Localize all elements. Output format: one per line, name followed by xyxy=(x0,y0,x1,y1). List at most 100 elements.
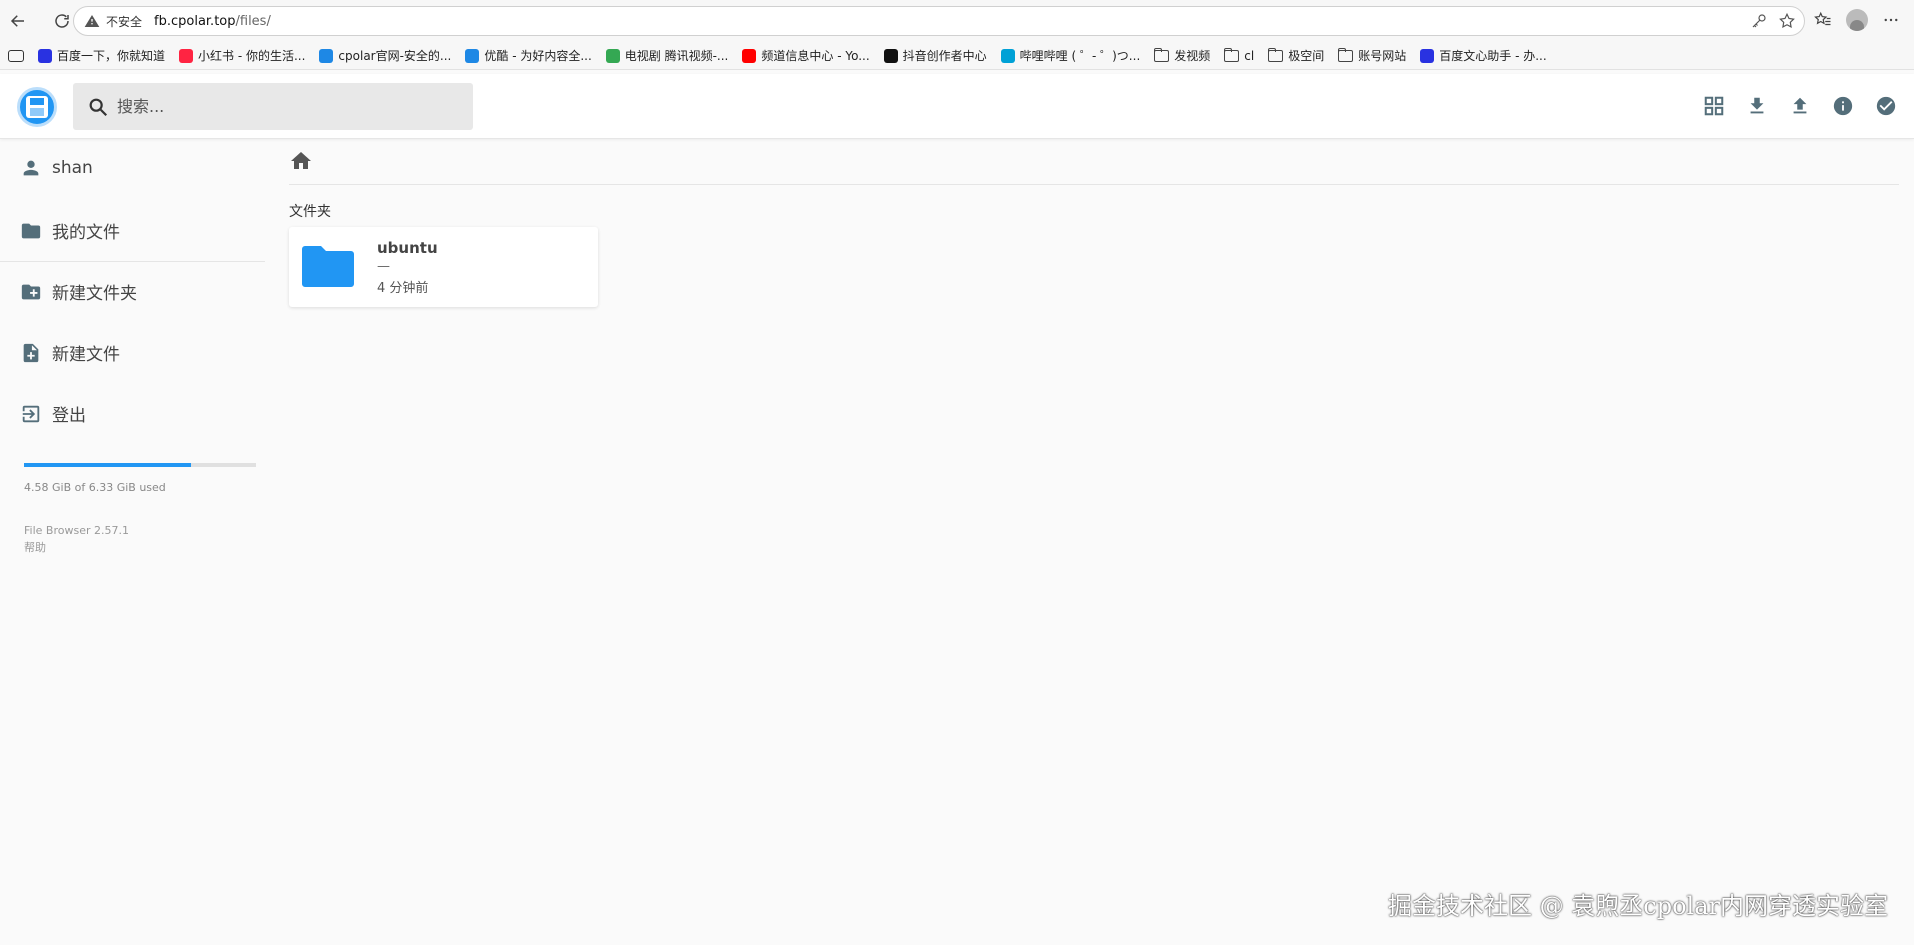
star-icon[interactable] xyxy=(1778,12,1796,30)
bilibili-icon xyxy=(1000,48,1015,63)
bookmark-label: 电视剧 腾讯视频-... xyxy=(624,49,729,63)
folder-name: ubuntu xyxy=(377,239,438,257)
bookmark-item[interactable]: 百度一下，你就知道 xyxy=(38,47,165,64)
url-path: /files/ xyxy=(235,13,271,29)
bookmark-label: 百度一下，你就知道 xyxy=(57,49,166,63)
bookmark-item[interactable]: 电视剧 腾讯视频-... xyxy=(605,47,729,64)
bookmark-label: 百度文心助手 - 办... xyxy=(1439,49,1547,63)
bookmark-label: 账号网站 xyxy=(1358,49,1407,63)
url-host: fb.cpolar.top xyxy=(154,13,236,29)
browser-toolbar: 不安全 fb.cpolar.top/files/ xyxy=(0,0,1914,42)
breadcrumb xyxy=(289,149,1899,185)
bookmark-label: 优酷 - 为好内容全... xyxy=(484,49,592,63)
reload-icon xyxy=(55,14,69,28)
bookmark-label: 频道信息中心 - Yo... xyxy=(761,49,870,63)
warning-icon xyxy=(84,15,100,27)
bookmark-item[interactable]: 哔哩哔哩 ( ゜- ゜)つ... xyxy=(1000,47,1141,64)
back-button[interactable] xyxy=(4,7,32,35)
download-icon xyxy=(1750,97,1764,114)
address-bar[interactable]: 不安全 fb.cpolar.top/files/ xyxy=(73,6,1805,36)
folder-icon xyxy=(1268,47,1284,62)
paw-icon xyxy=(1420,48,1435,63)
floppy-disk-icon xyxy=(26,96,48,118)
note-add-icon xyxy=(23,343,39,362)
grid-view-button[interactable] xyxy=(1702,94,1726,118)
bookmark-item[interactable]: 百度文心助手 - 办... xyxy=(1420,47,1547,64)
folder-icon xyxy=(302,246,354,287)
bookmark-item[interactable]: 极空间 xyxy=(1268,47,1324,64)
section-title: 文件夹 xyxy=(289,204,331,220)
grid-icon xyxy=(1704,96,1724,116)
sidebar: shan 我的文件 新建文件夹 新建文件 登出 4.58 GiB of 6.33… xyxy=(0,139,265,945)
folder-icon xyxy=(1338,47,1354,62)
bookmark-label: cpolar官网-安全的... xyxy=(338,49,452,63)
bookmark-label: 极空间 xyxy=(1288,49,1325,63)
bookmark-item[interactable]: 账号网站 xyxy=(1338,47,1406,64)
help-link[interactable]: 帮助 xyxy=(24,539,129,556)
youtube-icon xyxy=(742,48,757,63)
folder-icon xyxy=(21,223,41,238)
insecure-label: 不安全 xyxy=(106,14,143,29)
play-icon xyxy=(465,48,480,63)
version-label[interactable]: File Browser 2.57.1 xyxy=(24,522,129,539)
bookmark-item[interactable]: 频道信息中心 - Yo... xyxy=(742,47,870,64)
sidebar-item-logout[interactable]: 登出 xyxy=(20,401,86,426)
storage-usage-text: 4.58 GiB of 6.33 GiB used xyxy=(24,481,166,494)
profile-avatar[interactable] xyxy=(1846,9,1868,31)
sidebar-item-label: 新建文件 xyxy=(52,345,120,365)
exit-icon xyxy=(22,405,40,422)
sidebar-item-label: 登出 xyxy=(52,406,86,426)
upload-icon xyxy=(1793,97,1807,114)
folder-size: — xyxy=(377,259,390,274)
download-button[interactable] xyxy=(1745,94,1769,118)
bookmark-item[interactable]: 小红书 - 你的生活... xyxy=(179,47,305,64)
watermark: 掘金技术社区 @ 袁煦丞cpolar内网穿透实验室 xyxy=(1388,892,1888,920)
sidebar-item-my-files[interactable]: 我的文件 xyxy=(20,218,120,243)
bookmark-label: 抖音创作者中心 xyxy=(902,49,987,63)
xiaohongshu-icon xyxy=(179,48,194,63)
arrow-left-icon xyxy=(10,15,24,27)
storage-usage-bar xyxy=(24,463,256,467)
tiktok-icon xyxy=(883,48,898,63)
reload-button[interactable] xyxy=(48,7,76,35)
credits: File Browser 2.57.1 帮助 xyxy=(24,522,129,556)
sidebar-item-label: 我的文件 xyxy=(52,223,120,243)
search-box[interactable] xyxy=(73,83,473,130)
folder-icon xyxy=(1224,47,1240,62)
sidebar-item-user[interactable]: shan xyxy=(20,157,93,179)
bookmarks-bar: 百度一下，你就知道 小红书 - 你的生活... cpolar官网-安全的... 优酷 … xyxy=(0,42,1914,70)
bookmark-item[interactable]: cl xyxy=(1224,47,1254,63)
create-folder-icon xyxy=(21,284,41,299)
folder-icon xyxy=(1154,47,1170,62)
search-input[interactable] xyxy=(117,97,447,116)
app-header xyxy=(0,74,1914,139)
home-icon[interactable] xyxy=(289,149,313,173)
folder-modified: 4 分钟前 xyxy=(377,281,429,296)
sidebar-item-label: 新建文件夹 xyxy=(52,284,137,304)
folder-item[interactable]: ubuntu — 4 分钟前 xyxy=(289,227,598,307)
bookmark-label: 哔哩哔哩 ( ゜- ゜)つ... xyxy=(1019,49,1141,63)
bookmark-label: 发视频 xyxy=(1174,49,1211,63)
info-button[interactable] xyxy=(1831,94,1855,118)
favorites-icon[interactable] xyxy=(1814,11,1832,29)
upload-button[interactable] xyxy=(1788,94,1812,118)
bookmark-item[interactable]: 发视频 xyxy=(1154,47,1210,64)
select-button[interactable] xyxy=(1874,94,1898,118)
sidebar-item-new-file[interactable]: 新建文件 xyxy=(20,340,120,365)
bookmark-item[interactable]: 抖音创作者中心 xyxy=(883,47,987,64)
search-icon xyxy=(89,98,108,116)
file-browser-logo[interactable] xyxy=(17,87,57,127)
bookmark-toggle-icon[interactable] xyxy=(8,49,24,62)
bookmark-item[interactable]: cpolar官网-安全的... xyxy=(319,47,451,64)
sidebar-item-new-folder[interactable]: 新建文件夹 xyxy=(20,279,137,304)
bookmark-item[interactable]: 优酷 - 为好内容全... xyxy=(465,47,592,64)
bookmark-label: 小红书 - 你的生活... xyxy=(198,49,306,63)
storage-usage-fill xyxy=(24,463,192,467)
more-icon[interactable] xyxy=(1882,11,1900,29)
person-icon xyxy=(23,160,39,176)
paw-icon xyxy=(38,48,52,63)
sidebar-divider xyxy=(0,261,265,262)
check-circle-icon xyxy=(1876,96,1896,116)
key-icon[interactable] xyxy=(1750,12,1768,30)
play-icon xyxy=(605,48,620,63)
